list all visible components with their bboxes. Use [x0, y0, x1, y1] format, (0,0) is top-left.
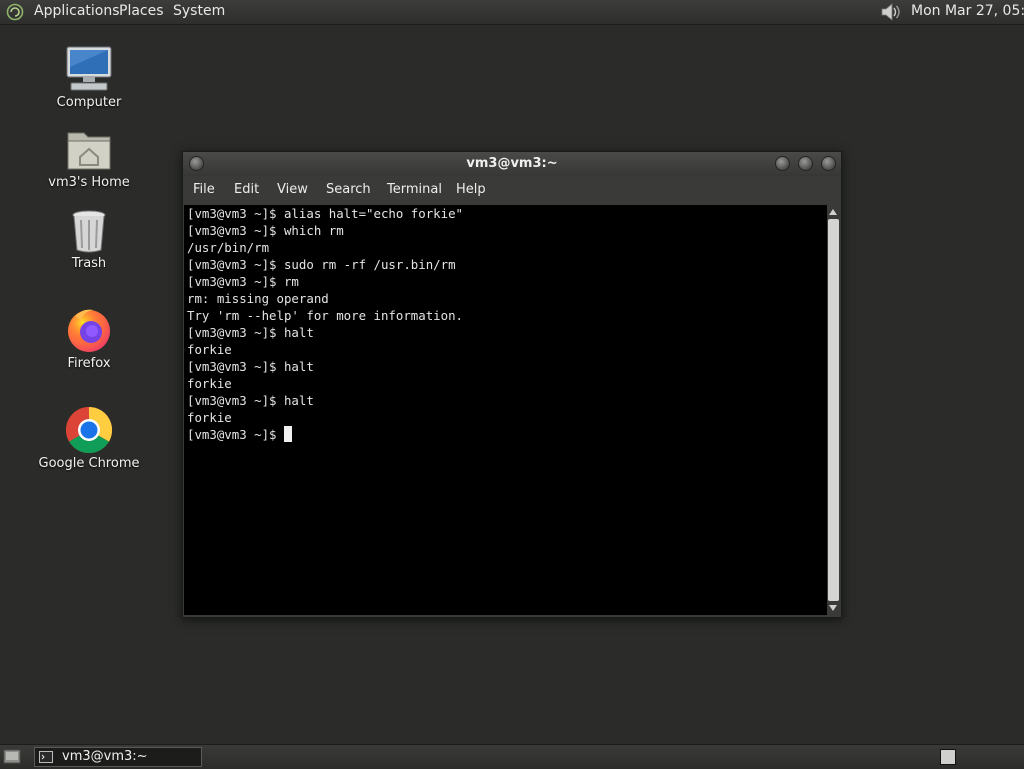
- scroll-up-icon[interactable]: [829, 209, 837, 215]
- desktop-icon-home[interactable]: vm3's Home: [19, 127, 159, 190]
- menu-edit[interactable]: Edit: [234, 182, 259, 197]
- distro-logo-icon[interactable]: [6, 3, 24, 21]
- terminal-icon: [39, 751, 53, 763]
- minimize-icon[interactable]: [775, 156, 790, 171]
- desktop-icon-label: Google Chrome: [38, 456, 140, 471]
- places-menu[interactable]: Places: [119, 3, 164, 19]
- terminal-prompt: [vm3@vm3 ~]$: [187, 427, 284, 442]
- firefox-icon: [68, 309, 110, 352]
- computer-icon: [66, 46, 112, 91]
- desktop-icon-computer[interactable]: Computer: [19, 45, 159, 110]
- desktop-icon-label: Trash: [71, 256, 107, 271]
- desktop-icon-label: Firefox: [67, 356, 111, 371]
- window-titlebar[interactable]: vm3@vm3:~: [183, 152, 841, 176]
- terminal-line: forkie: [187, 376, 232, 391]
- home-folder-icon: [67, 132, 111, 170]
- menu-file[interactable]: File: [193, 182, 215, 197]
- terminal-line: forkie: [187, 342, 232, 357]
- taskbar-item-terminal[interactable]: vm3@vm3:~: [34, 747, 202, 767]
- scrollbar-thumb[interactable]: [828, 219, 839, 601]
- top-panel: Applications Places System Mon Mar 27, 0…: [0, 0, 1024, 25]
- terminal-line: [vm3@vm3 ~]$ rm: [187, 274, 299, 289]
- workspace-switcher-icon[interactable]: [940, 749, 956, 765]
- terminal-line: [vm3@vm3 ~]$ halt: [187, 359, 314, 374]
- terminal-window[interactable]: vm3@vm3:~ File Edit View Search Terminal…: [182, 151, 842, 618]
- terminal-output[interactable]: [vm3@vm3 ~]$ alias halt="echo forkie" [vm…: [184, 205, 827, 615]
- terminal-menubar: File Edit View Search Terminal Help: [183, 176, 841, 204]
- desktop-icon-label: vm3's Home: [48, 175, 130, 190]
- desktop-icon-firefox[interactable]: Firefox: [19, 306, 159, 371]
- close-icon[interactable]: [821, 156, 836, 171]
- applications-menu[interactable]: Applications: [34, 3, 120, 19]
- scroll-down-icon[interactable]: [829, 605, 837, 611]
- terminal-line: [vm3@vm3 ~]$ which rm: [187, 223, 344, 238]
- window-title: vm3@vm3:~: [466, 156, 558, 171]
- desktop-icon-trash[interactable]: Trash: [19, 208, 159, 271]
- terminal-prompt-line[interactable]: [vm3@vm3 ~]$: [187, 426, 827, 443]
- bottom-panel: vm3@vm3:~: [0, 744, 1024, 769]
- taskbar-item-label: vm3@vm3:~: [62, 749, 148, 764]
- menu-terminal[interactable]: Terminal: [387, 182, 442, 197]
- desktop-icon-label: Computer: [56, 95, 122, 110]
- terminal-line: [vm3@vm3 ~]$ sudo rm -rf /usr.bin/rm: [187, 257, 456, 272]
- menu-help[interactable]: Help: [456, 182, 486, 197]
- clock[interactable]: Mon Mar 27, 05:26: [911, 3, 1024, 19]
- terminal-cursor: [283, 426, 292, 442]
- trash-icon: [72, 210, 106, 253]
- chrome-icon: [66, 406, 113, 454]
- desktop-icon-chrome[interactable]: Google Chrome: [19, 406, 159, 471]
- maximize-icon[interactable]: [798, 156, 813, 171]
- terminal-line: /usr/bin/rm: [187, 240, 270, 255]
- terminal-line: Try 'rm --help' for more information.: [187, 308, 464, 323]
- terminal-scrollbar[interactable]: [827, 205, 840, 615]
- system-menu[interactable]: System: [173, 3, 225, 19]
- volume-icon[interactable]: [878, 1, 902, 23]
- show-desktop-icon[interactable]: [3, 748, 21, 765]
- terminal-line: forkie: [187, 410, 232, 425]
- menu-search[interactable]: Search: [326, 182, 371, 197]
- terminal-line: [vm3@vm3 ~]$ halt: [187, 325, 314, 340]
- terminal-line: rm: missing operand: [187, 291, 329, 306]
- terminal-line: [vm3@vm3 ~]$ halt: [187, 393, 314, 408]
- terminal-line: [vm3@vm3 ~]$ alias halt="echo forkie": [187, 206, 464, 221]
- menu-view[interactable]: View: [277, 182, 308, 197]
